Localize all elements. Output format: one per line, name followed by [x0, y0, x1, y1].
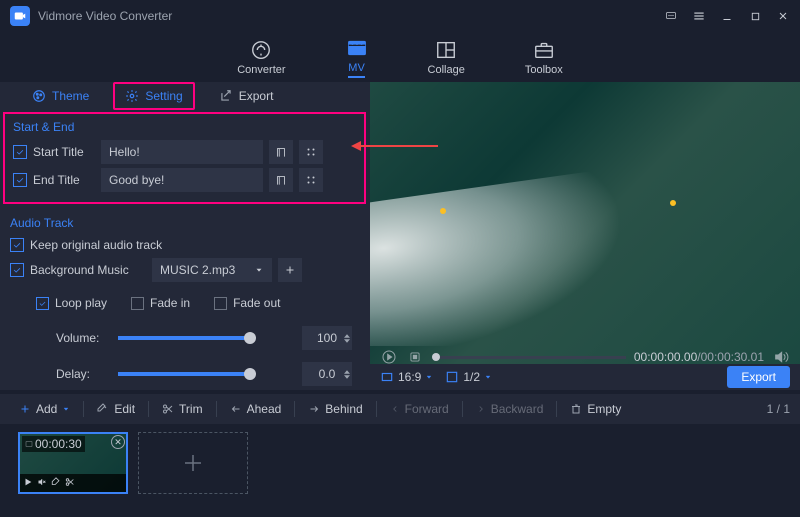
behind-button[interactable]: Behind	[299, 398, 371, 420]
start-title-label: Start Title	[33, 145, 95, 159]
delay-value[interactable]: 0.0	[302, 362, 352, 386]
end-title-input[interactable]	[101, 168, 263, 192]
bgm-checkbox[interactable]	[10, 263, 24, 277]
titlebar: Vidmore Video Converter	[0, 0, 800, 32]
clip-play-icon[interactable]	[23, 476, 33, 490]
trim-button[interactable]: Trim	[153, 398, 212, 420]
video-preview: 00:00:00.00/00:00:30.01 16:9 1/2 Export	[370, 82, 800, 390]
clip-edit-icon[interactable]	[51, 476, 61, 490]
timecode: 00:00:00.00/00:00:30.01	[634, 350, 764, 364]
end-title-label: End Title	[33, 173, 95, 187]
clip-remove-button[interactable]: ✕	[111, 435, 125, 449]
empty-button[interactable]: Empty	[561, 398, 630, 420]
end-title-checkbox[interactable]	[13, 173, 27, 187]
section-title-start-end: Start & End	[13, 120, 356, 134]
bottom-toolbar: Add Edit Trim Ahead Behind Forward Backw…	[0, 394, 800, 424]
export-button[interactable]: Export	[727, 366, 790, 388]
volume-label: Volume:	[56, 331, 106, 345]
tab-export[interactable]: Export	[209, 84, 284, 108]
minimize-icon[interactable]	[720, 9, 734, 23]
fadeout-checkbox[interactable]	[214, 297, 227, 310]
ahead-button[interactable]: Ahead	[221, 398, 291, 420]
app-title: Vidmore Video Converter	[38, 9, 664, 23]
end-title-options-button[interactable]	[299, 168, 323, 192]
tab-setting[interactable]: Setting	[113, 82, 194, 110]
delay-label: Delay:	[56, 367, 106, 381]
delay-slider[interactable]	[118, 372, 250, 376]
fadein-checkbox[interactable]	[131, 297, 144, 310]
feedback-icon[interactable]	[664, 9, 678, 23]
nav-toolbox[interactable]: Toolbox	[517, 34, 571, 81]
start-title-input[interactable]	[101, 140, 263, 164]
clip-mute-icon[interactable]	[37, 476, 47, 490]
maximize-icon[interactable]	[748, 9, 762, 23]
annotation-arrow	[354, 145, 438, 147]
keep-original-label: Keep original audio track	[30, 238, 162, 252]
close-icon[interactable]	[776, 9, 790, 23]
menu-icon[interactable]	[692, 9, 706, 23]
backward-button: Backward	[467, 398, 553, 420]
edit-button[interactable]: Edit	[88, 398, 144, 420]
bgm-label: Background Music	[30, 263, 146, 277]
section-title-audio: Audio Track	[10, 216, 360, 230]
start-end-section: Start & End Start Title End Title	[3, 112, 366, 204]
progress-bar[interactable]	[432, 356, 626, 359]
volume-value[interactable]: 100	[302, 326, 352, 350]
app-logo	[10, 6, 30, 26]
aspect-ratio-dropdown[interactable]: 16:9	[380, 370, 433, 384]
nav-mv[interactable]: MV	[338, 32, 376, 83]
settings-panel: Theme Setting Export Start & End Start T…	[0, 82, 370, 390]
start-title-options-button[interactable]	[299, 140, 323, 164]
add-clip-button[interactable]	[138, 432, 248, 494]
keep-original-checkbox[interactable]	[10, 238, 24, 252]
clip-trim-icon[interactable]	[65, 476, 75, 490]
page-count: 1 / 1	[767, 402, 790, 416]
clip-thumbnail[interactable]: 00:00:30 ✕	[18, 432, 128, 494]
tab-theme[interactable]: Theme	[22, 84, 99, 108]
start-title-font-button[interactable]	[269, 140, 293, 164]
volume-slider[interactable]	[118, 336, 250, 340]
start-title-checkbox[interactable]	[13, 145, 27, 159]
top-nav: Converter MV Collage Toolbox	[0, 32, 800, 82]
bgm-dropdown[interactable]: MUSIC 2.mp3	[152, 258, 272, 282]
nav-converter[interactable]: Converter	[229, 34, 293, 81]
nav-collage[interactable]: Collage	[420, 34, 473, 81]
timeline: 00:00:30 ✕	[0, 424, 800, 504]
bgm-add-button[interactable]	[278, 258, 302, 282]
add-button[interactable]: Add	[10, 398, 79, 420]
end-title-font-button[interactable]	[269, 168, 293, 192]
clip-duration: 00:00:30	[22, 436, 85, 452]
loop-checkbox[interactable]	[36, 297, 49, 310]
scale-dropdown[interactable]: 1/2	[445, 370, 492, 384]
forward-button: Forward	[381, 398, 458, 420]
